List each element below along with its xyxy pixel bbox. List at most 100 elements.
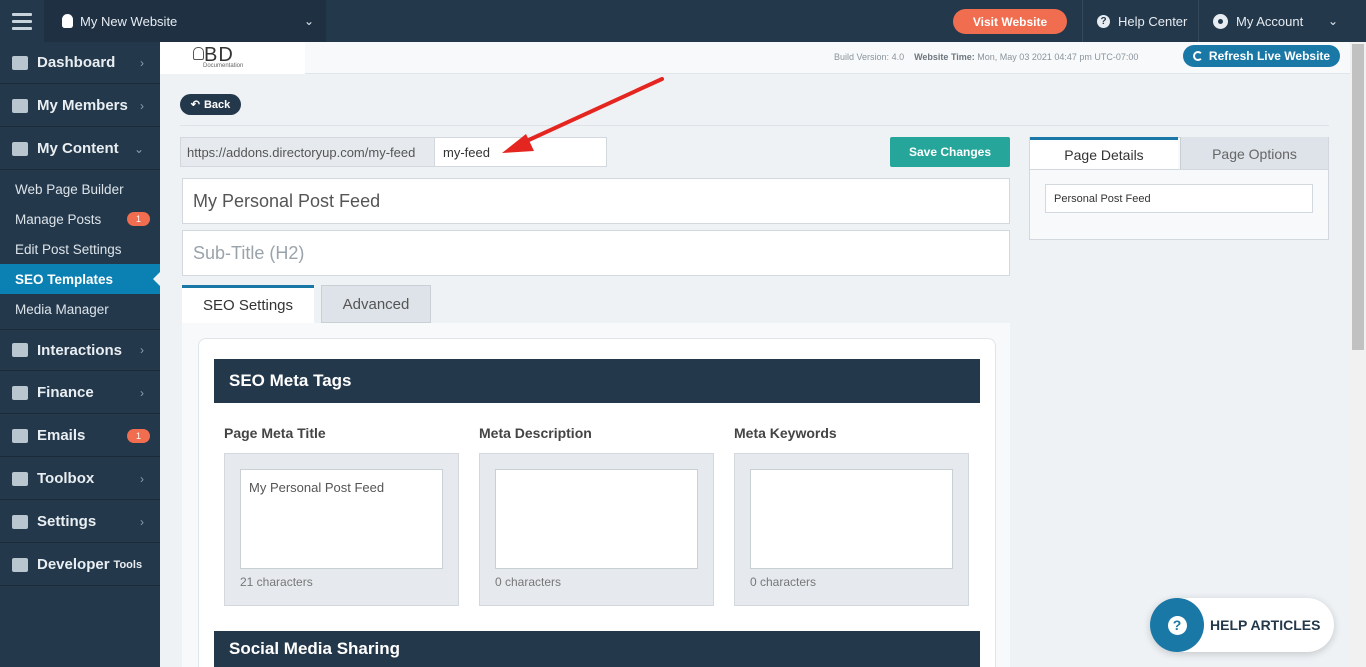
website-name: My New Website — [80, 13, 178, 29]
my-account-menu[interactable]: My Account — [1213, 0, 1303, 42]
question-icon: ? — [1167, 615, 1187, 635]
hamburger-menu-icon[interactable] — [0, 0, 44, 42]
sidebar-subitem-label: Media Manager — [15, 301, 109, 317]
secondary-header — [160, 42, 1350, 74]
divider — [180, 125, 1329, 126]
section-title: SEO Meta Tags — [214, 359, 980, 403]
sidebar-subitem-manage-posts[interactable]: Manage Posts 1 — [0, 204, 160, 234]
users-icon — [12, 98, 28, 113]
sidebar-item-label: Emails — [37, 427, 86, 444]
sidebar-subitem-web-page-builder[interactable]: Web Page Builder — [0, 174, 160, 204]
sidebar-item-label: My Members — [37, 97, 128, 114]
back-button[interactable]: ↶ Back — [180, 94, 241, 115]
logo-subtext: Documentation — [203, 63, 244, 69]
website-selector[interactable]: My New Website ⌄ — [44, 0, 326, 42]
save-changes-button[interactable]: Save Changes — [890, 137, 1010, 167]
build-version-value: 4.0 — [891, 52, 905, 62]
meta-keywords-textarea[interactable] — [750, 469, 953, 569]
sidebar-item-label: My Content — [37, 140, 119, 157]
subtitle-input[interactable] — [182, 230, 1010, 276]
chevron-down-icon[interactable]: ⌄ — [1328, 14, 1338, 28]
help-circle: ? — [1150, 598, 1204, 652]
back-arrow-icon: ↶ — [190, 99, 200, 111]
sidebar-subitem-seo-templates[interactable]: SEO Templates — [0, 264, 160, 294]
sidebar-subitem-edit-post-settings[interactable]: Edit Post Settings — [0, 234, 160, 264]
sidebar-item-my-content[interactable]: My Content ⌄ — [0, 128, 160, 170]
meta-description-label: Meta Description — [479, 425, 592, 441]
sidebar-item-emails[interactable]: Emails 1 — [0, 415, 160, 457]
sidebar-item-settings[interactable]: Settings › — [0, 501, 160, 543]
tab-advanced[interactable]: Advanced — [321, 285, 431, 323]
sidebar-subitem-media-manager[interactable]: Media Manager — [0, 294, 160, 324]
meta-title-label: Page Meta Title — [224, 425, 326, 441]
meta-description-char-count: 0 characters — [495, 575, 562, 589]
sidebar-item-label: Developer — [37, 556, 110, 573]
notification-badge: 1 — [127, 428, 150, 443]
build-info: Build Version: 4.0 Website Time: Mon, Ma… — [834, 52, 1138, 62]
sidebar-item-toolbox[interactable]: Toolbox › — [0, 458, 160, 500]
page-name-input[interactable] — [1045, 184, 1313, 213]
refresh-label: Refresh Live Website — [1208, 49, 1331, 63]
divider — [1030, 169, 1328, 170]
sidebar-subitem-label: Manage Posts — [15, 211, 102, 227]
folder-icon — [12, 141, 28, 156]
my-account-label: My Account — [1236, 13, 1304, 29]
sliders-icon — [12, 557, 28, 572]
refresh-icon — [1192, 51, 1203, 61]
refresh-live-website-button[interactable]: Refresh Live Website — [1183, 45, 1340, 67]
help-articles-button[interactable]: ? HELP ARTICLES — [1150, 598, 1334, 652]
help-center-link[interactable]: ? Help Center — [1097, 0, 1187, 42]
home-icon — [12, 55, 28, 70]
sidebar-item-suffix: Tools — [113, 558, 143, 571]
section-title: Social Media Sharing — [214, 631, 980, 667]
chevron-down-icon: ⌄ — [133, 141, 144, 156]
sidebar-subitem-label: Web Page Builder — [15, 181, 124, 197]
visit-website-button[interactable]: Visit Website — [953, 9, 1067, 34]
tab-seo-settings[interactable]: SEO Settings — [182, 285, 314, 323]
meta-description-textarea[interactable] — [495, 469, 698, 569]
sidebar-subitem-label: SEO Templates — [15, 271, 114, 287]
lightbulb-icon — [62, 14, 73, 28]
chevron-right-icon: › — [140, 471, 144, 486]
meta-title-char-count: 21 characters — [240, 575, 313, 589]
chevron-right-icon: › — [140, 385, 144, 400]
sidebar-subitem-label: Edit Post Settings — [15, 241, 122, 257]
divider — [1198, 0, 1199, 42]
website-time-value: Mon, May 03 2021 04:47 pm UTC-07:00 — [977, 52, 1139, 62]
user-icon — [1213, 13, 1228, 29]
meta-keywords-label: Meta Keywords — [734, 425, 837, 441]
meta-keywords-char-count: 0 characters — [750, 575, 817, 589]
logo[interactable]: BD Documentation — [160, 42, 305, 74]
sidebar-item-finance[interactable]: Finance › — [0, 372, 160, 414]
back-label: Back — [203, 98, 231, 111]
tab-page-options[interactable]: Page Options — [1180, 137, 1328, 170]
page-title-input[interactable] — [182, 178, 1010, 224]
pie-chart-icon — [12, 385, 28, 400]
question-icon: ? — [1097, 14, 1110, 28]
website-time-label: Website Time: — [914, 52, 975, 62]
chat-icon — [12, 343, 28, 357]
sidebar-item-label: Toolbox — [37, 470, 95, 487]
chevron-right-icon: › — [140, 343, 144, 357]
scrollbar-thumb[interactable] — [1352, 44, 1364, 350]
meta-title-textarea[interactable] — [240, 469, 443, 569]
sidebar-item-label: Finance — [37, 384, 94, 401]
chevron-right-icon: › — [140, 514, 144, 529]
divider — [1082, 0, 1083, 42]
sidebar-item-label: Settings — [37, 513, 97, 530]
chevron-right-icon: › — [140, 55, 144, 70]
tab-page-details[interactable]: Page Details — [1030, 137, 1178, 170]
notification-badge: 1 — [127, 212, 150, 226]
sidebar-item-label: Dashboard — [37, 54, 116, 71]
sidebar-item-interactions[interactable]: Interactions › — [0, 329, 160, 371]
sidebar-item-developer-tools[interactable]: Developer Tools — [0, 544, 160, 586]
help-center-label: Help Center — [1118, 13, 1188, 29]
inbox-icon — [12, 428, 28, 443]
sidebar-item-my-members[interactable]: My Members › — [0, 85, 160, 127]
wrench-icon — [12, 471, 28, 486]
gear-icon — [12, 514, 28, 529]
sidebar-item-dashboard[interactable]: Dashboard › — [0, 42, 160, 84]
sidebar-item-label: Interactions — [37, 341, 123, 359]
annotation-arrow — [502, 77, 664, 153]
help-articles-label: HELP ARTICLES — [1210, 617, 1321, 633]
